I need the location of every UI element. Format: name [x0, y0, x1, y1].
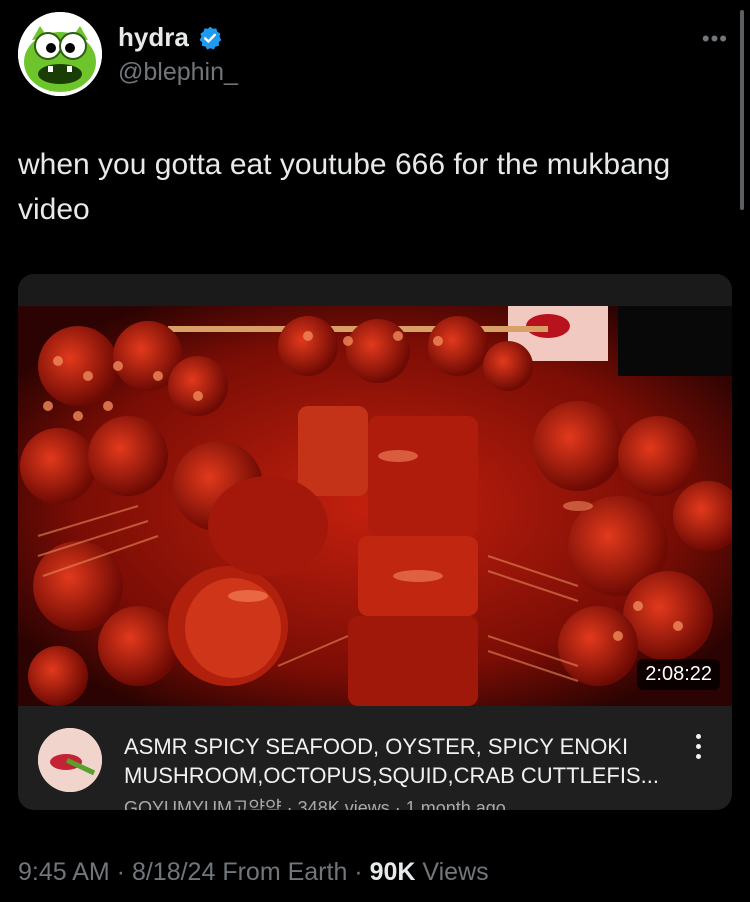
seafood-thumbnail-image	[18, 306, 732, 706]
video-card[interactable]: 2:08:22 ASMR SPICY SEAFOOD, OYSTER, SPIC…	[18, 274, 732, 810]
channel-avatar-icon	[38, 728, 102, 792]
author-handle[interactable]: @blephin_	[118, 58, 238, 87]
views-label: Views	[415, 858, 489, 886]
card-header	[18, 274, 732, 306]
tweet-source: From Earth	[215, 858, 348, 886]
video-thumbnail[interactable]: 2:08:22	[18, 306, 732, 706]
more-options-icon[interactable]: •••	[702, 26, 728, 52]
display-name[interactable]: hydra	[118, 22, 189, 53]
tweet-date[interactable]: 8/18/24	[132, 858, 215, 886]
video-title[interactable]: ASMR SPICY SEAFOOD, OYSTER, SPICY ENOKI …	[124, 732, 664, 790]
separator: ·	[347, 858, 370, 886]
channel-avatar[interactable]	[38, 728, 102, 792]
video-duration-badge: 2:08:22	[637, 659, 720, 690]
video-more-icon[interactable]	[696, 734, 702, 759]
tweet-text: when you gotta eat youtube 666 for the m…	[18, 148, 671, 226]
tweet-footer: 9:45 AM · 8/18/24 From Earth · 90K Views	[18, 858, 489, 887]
om-nom-avatar-icon	[18, 12, 102, 96]
tweet-time[interactable]: 9:45 AM	[18, 858, 110, 886]
scrollbar[interactable]	[740, 10, 744, 210]
views-count: 90K	[369, 858, 416, 886]
verified-badge-icon	[197, 25, 223, 51]
video-meta: ASMR SPICY SEAFOOD, OYSTER, SPICY ENOKI …	[18, 706, 732, 810]
separator: ·	[109, 858, 132, 886]
channel-line: GOYUMYUM고약약 · 348K views · 1 month ago	[124, 798, 506, 810]
author-name-row[interactable]: hydra	[118, 22, 223, 53]
avatar[interactable]	[18, 12, 102, 96]
